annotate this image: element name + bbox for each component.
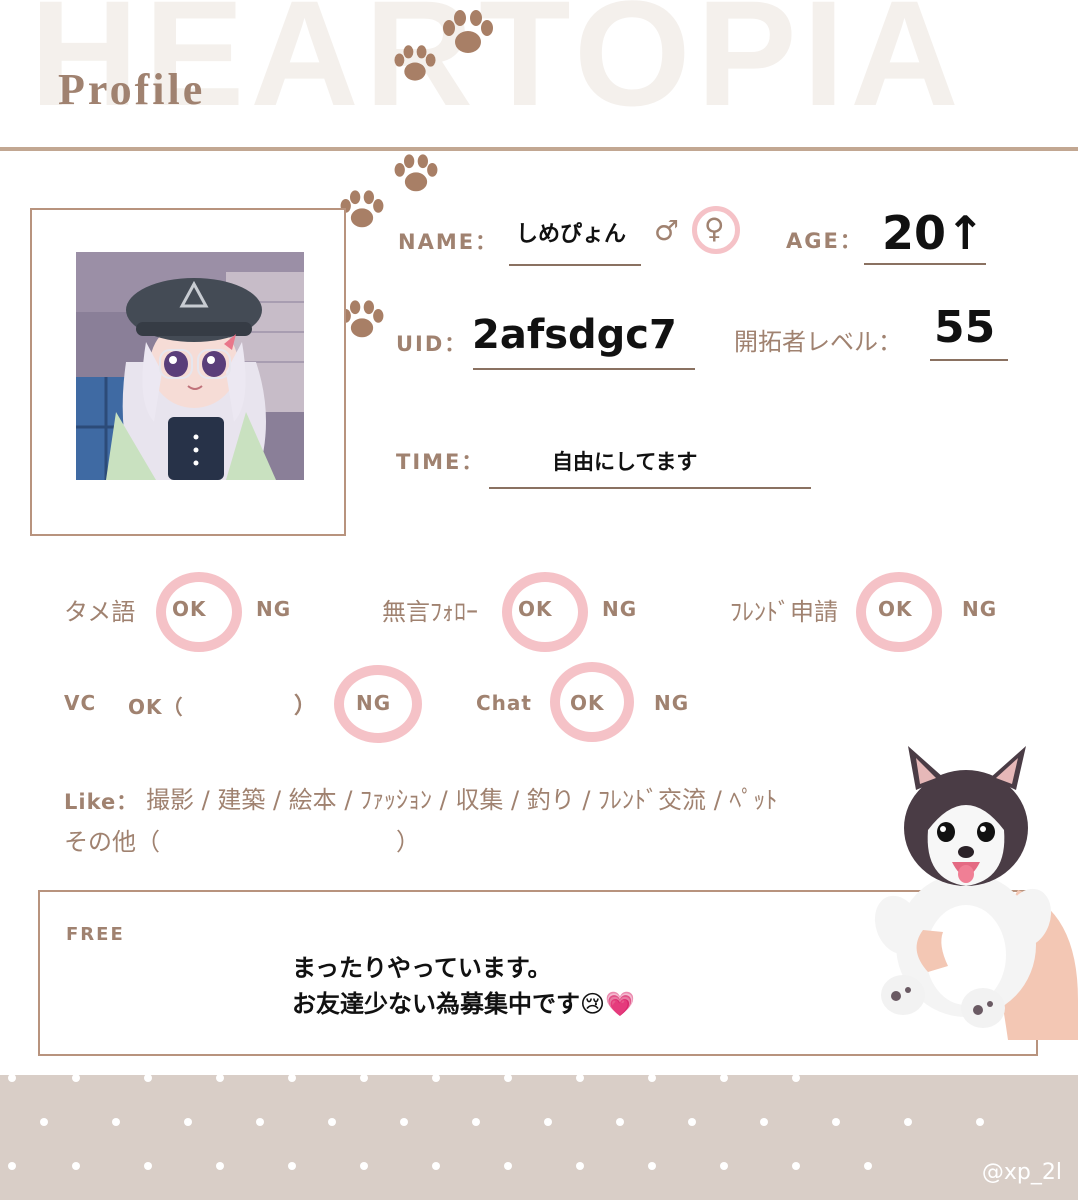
dot bbox=[472, 1118, 480, 1126]
name-label: NAME： bbox=[398, 230, 499, 254]
age-underline bbox=[864, 263, 986, 265]
husky-plush-illustration bbox=[874, 746, 1078, 1040]
follow-label: 無言ﾌｫﾛｰ bbox=[382, 598, 478, 626]
dot bbox=[216, 1074, 224, 1082]
dot bbox=[760, 1118, 768, 1126]
dot bbox=[648, 1162, 656, 1170]
dot bbox=[360, 1074, 368, 1082]
dot bbox=[576, 1074, 584, 1082]
page-title: Profile bbox=[58, 65, 206, 114]
dot bbox=[432, 1074, 440, 1082]
vc-close-paren: ） bbox=[294, 694, 318, 719]
dot bbox=[832, 1118, 840, 1126]
friend-label: ﾌﾚﾝﾄﾞ申請 bbox=[730, 598, 838, 626]
dot bbox=[184, 1118, 192, 1126]
tame-label: タメ語 bbox=[64, 598, 136, 626]
dot bbox=[288, 1162, 296, 1170]
dot bbox=[544, 1118, 552, 1126]
avatar-photo bbox=[76, 252, 304, 480]
dot bbox=[720, 1162, 728, 1170]
dot bbox=[864, 1162, 872, 1170]
like-other-close: ） bbox=[396, 828, 420, 856]
name-underline bbox=[509, 264, 641, 266]
chat-ok: OK bbox=[570, 691, 605, 715]
time-underline bbox=[489, 487, 811, 489]
dot bbox=[792, 1162, 800, 1170]
header-divider bbox=[0, 147, 1078, 151]
free-label: FREE bbox=[66, 924, 125, 945]
dot bbox=[504, 1074, 512, 1082]
dot bbox=[8, 1162, 16, 1170]
dot bbox=[688, 1118, 696, 1126]
dot bbox=[288, 1074, 296, 1082]
dot bbox=[792, 1074, 800, 1082]
dot bbox=[904, 1118, 912, 1126]
vc-ng: NG bbox=[356, 691, 392, 715]
footer-band bbox=[0, 1075, 1078, 1200]
like-label: Like： bbox=[64, 790, 139, 814]
paw-icon bbox=[394, 154, 438, 192]
dot bbox=[400, 1118, 408, 1126]
time-value: 自由にしてます bbox=[552, 450, 698, 474]
male-symbol: ♂ bbox=[654, 214, 680, 247]
tame-ng: NG bbox=[256, 597, 292, 621]
uid-value: 2afsdgc7 bbox=[472, 312, 677, 358]
like-other-open: その他（ bbox=[64, 828, 160, 856]
dot bbox=[328, 1118, 336, 1126]
paw-icon bbox=[443, 10, 493, 53]
uid-underline bbox=[473, 368, 695, 370]
dot bbox=[72, 1074, 80, 1082]
dot bbox=[720, 1074, 728, 1082]
dot bbox=[144, 1074, 152, 1082]
dot bbox=[576, 1162, 584, 1170]
dot bbox=[648, 1074, 656, 1082]
free-line-1: まったりやっています。 bbox=[292, 954, 552, 982]
vc-label: VC bbox=[64, 691, 97, 715]
uid-label: UID： bbox=[396, 332, 468, 356]
chat-label: Chat bbox=[476, 691, 532, 715]
author-handle: @xp_2l bbox=[981, 1160, 1062, 1185]
dot bbox=[976, 1118, 984, 1126]
follow-ok: OK bbox=[518, 597, 553, 621]
dot bbox=[8, 1074, 16, 1082]
level-underline bbox=[930, 359, 1008, 361]
tame-ok: OK bbox=[172, 597, 207, 621]
dot bbox=[504, 1162, 512, 1170]
level-value: 55 bbox=[934, 302, 996, 353]
age-label: AGE： bbox=[786, 229, 863, 253]
dot bbox=[256, 1118, 264, 1126]
level-label: 開拓者レベル： bbox=[734, 328, 902, 356]
dot bbox=[616, 1118, 624, 1126]
dot bbox=[216, 1162, 224, 1170]
time-label: TIME： bbox=[396, 450, 485, 474]
dot bbox=[144, 1162, 152, 1170]
friend-ok: OK bbox=[878, 597, 913, 621]
chat-ng: NG bbox=[654, 691, 690, 715]
dot bbox=[432, 1162, 440, 1170]
friend-ng: NG bbox=[962, 597, 998, 621]
female-symbol: ♀ bbox=[704, 212, 725, 245]
dot bbox=[360, 1162, 368, 1170]
like-list: 撮影 / 建築 / 絵本 / ﾌｧｯｼｮﾝ / 収集 / 釣り / ﾌﾚﾝﾄﾞ交… bbox=[146, 786, 778, 814]
vc-ok: OK（ bbox=[128, 695, 184, 719]
age-value: 20↑ bbox=[882, 206, 985, 260]
dot bbox=[72, 1162, 80, 1170]
dot bbox=[112, 1118, 120, 1126]
name-value: しめぴょん bbox=[516, 222, 627, 247]
free-line-2: お友達少ない為募集中です😢💗 bbox=[292, 990, 635, 1018]
dot bbox=[40, 1118, 48, 1126]
follow-ng: NG bbox=[602, 597, 638, 621]
paw-icon bbox=[394, 45, 436, 81]
